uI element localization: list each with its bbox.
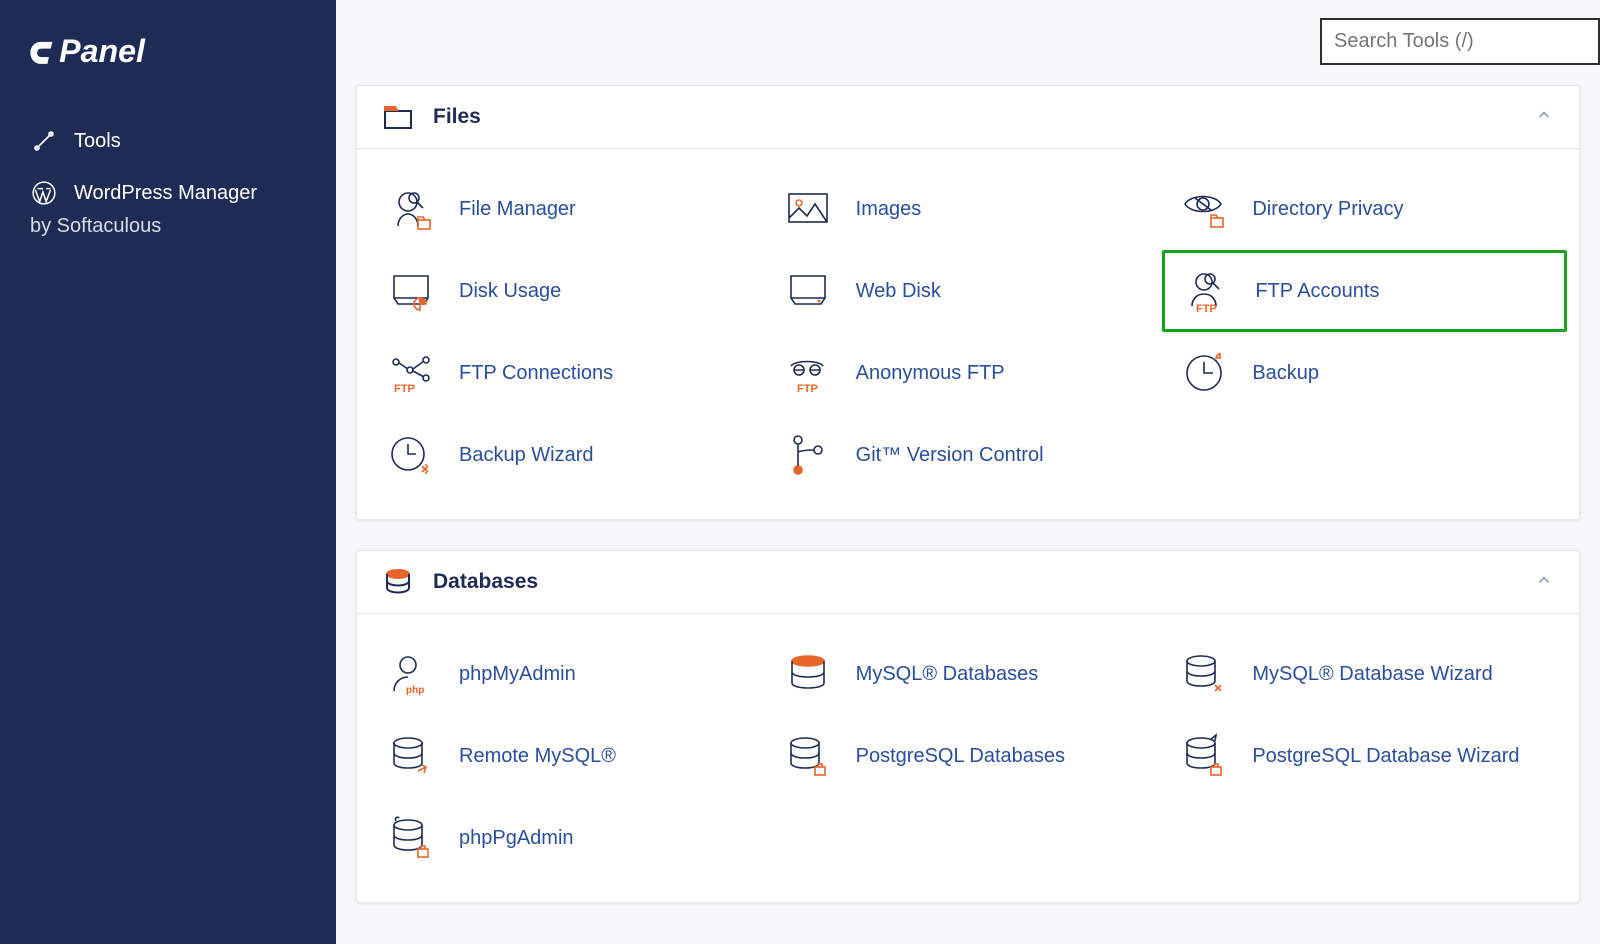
item-label: PostgreSQL Databases <box>856 745 1065 768</box>
item-label: phpMyAdmin <box>459 663 576 686</box>
svg-text:FTP: FTP <box>1196 303 1217 315</box>
item-label: Images <box>856 198 922 221</box>
postgresql-wizard-icon <box>1176 728 1232 784</box>
item-backup-wizard[interactable]: Backup Wizard <box>383 427 760 483</box>
main-content: Files File Manage <box>336 0 1600 944</box>
wordpress-icon <box>30 179 58 207</box>
ftp-accounts-icon: FTP <box>1179 263 1235 319</box>
item-label: MySQL® Database Wizard <box>1252 663 1492 686</box>
search-input[interactable] <box>1320 18 1600 65</box>
item-label: Git™ Version Control <box>856 444 1044 467</box>
item-mysql-database-wizard[interactable]: MySQL® Database Wizard <box>1176 646 1553 702</box>
item-label: Directory Privacy <box>1252 198 1403 221</box>
item-git-version-control[interactable]: Git™ Version Control <box>780 427 1157 483</box>
item-label: Backup <box>1252 362 1319 385</box>
item-postgresql-databases[interactable]: PostgreSQL Databases <box>780 728 1157 784</box>
item-web-disk[interactable]: Web Disk <box>780 263 1157 319</box>
mysql-databases-icon <box>780 646 836 702</box>
database-icon <box>383 567 413 597</box>
mysql-wizard-icon <box>1176 646 1232 702</box>
nav-tools[interactable]: Tools <box>0 115 336 167</box>
phppgadmin-icon <box>383 810 439 866</box>
item-directory-privacy[interactable]: Directory Privacy <box>1176 181 1553 237</box>
item-label: File Manager <box>459 198 576 221</box>
item-label: MySQL® Databases <box>856 663 1039 686</box>
anonymous-ftp-icon: FTP <box>780 345 836 401</box>
item-label: Remote MySQL® <box>459 745 616 768</box>
folder-icon <box>383 102 413 132</box>
item-mysql-databases[interactable]: MySQL® Databases <box>780 646 1157 702</box>
item-label: phpPgAdmin <box>459 827 574 850</box>
item-ftp-connections[interactable]: FTP FTP Connections <box>383 345 760 401</box>
item-label: FTP Connections <box>459 362 613 385</box>
ftp-connections-icon: FTP <box>383 345 439 401</box>
tools-icon <box>30 127 58 155</box>
item-backup[interactable]: Backup <box>1176 345 1553 401</box>
disk-usage-icon <box>383 263 439 319</box>
nav-subtitle: by Softaculous <box>0 209 336 238</box>
sidebar: Panel Tools WordPress Manager by So <box>0 0 336 944</box>
file-manager-icon <box>383 181 439 237</box>
panel-title: Databases <box>433 570 538 594</box>
item-label: FTP Accounts <box>1255 280 1379 303</box>
chevron-up-icon <box>1535 571 1553 594</box>
item-phpmyadmin[interactable]: php phpMyAdmin <box>383 646 760 702</box>
item-remote-mysql[interactable]: Remote MySQL® <box>383 728 760 784</box>
item-label: Backup Wizard <box>459 444 594 467</box>
remote-mysql-icon <box>383 728 439 784</box>
web-disk-icon <box>780 263 836 319</box>
item-postgresql-database-wizard[interactable]: PostgreSQL Database Wizard <box>1176 728 1553 784</box>
item-images[interactable]: Images <box>780 181 1157 237</box>
panel-databases: Databases php phpMyAdmin <box>356 550 1580 903</box>
item-anonymous-ftp[interactable]: FTP Anonymous FTP <box>780 345 1157 401</box>
svg-text:FTP: FTP <box>394 383 415 395</box>
item-label: Disk Usage <box>459 280 561 303</box>
cpanel-logo[interactable]: Panel <box>0 30 336 115</box>
chevron-up-icon <box>1535 106 1553 129</box>
svg-text:FTP: FTP <box>797 383 818 395</box>
nav-wordpress-manager[interactable]: WordPress Manager <box>0 167 336 209</box>
nav-label: WordPress Manager <box>74 182 257 205</box>
backup-wizard-icon <box>383 427 439 483</box>
item-ftp-accounts[interactable]: FTP FTP Accounts <box>1162 250 1567 332</box>
images-icon <box>780 181 836 237</box>
panel-title: Files <box>433 105 481 129</box>
nav-label: Tools <box>74 130 121 153</box>
backup-icon <box>1176 345 1232 401</box>
panel-header-databases[interactable]: Databases <box>357 551 1579 614</box>
item-label: PostgreSQL Database Wizard <box>1252 745 1519 768</box>
item-disk-usage[interactable]: Disk Usage <box>383 263 760 319</box>
item-label: Web Disk <box>856 280 941 303</box>
panel-files: Files File Manage <box>356 85 1580 520</box>
phpmyadmin-icon: php <box>383 646 439 702</box>
directory-privacy-icon <box>1176 181 1232 237</box>
item-label: Anonymous FTP <box>856 362 1005 385</box>
item-file-manager[interactable]: File Manager <box>383 181 760 237</box>
topbar <box>336 18 1600 85</box>
postgresql-databases-icon <box>780 728 836 784</box>
item-phppgadmin[interactable]: phpPgAdmin <box>383 810 760 866</box>
svg-text:Panel: Panel <box>59 33 146 69</box>
svg-text:php: php <box>406 685 424 696</box>
git-icon <box>780 427 836 483</box>
panel-header-files[interactable]: Files <box>357 86 1579 149</box>
